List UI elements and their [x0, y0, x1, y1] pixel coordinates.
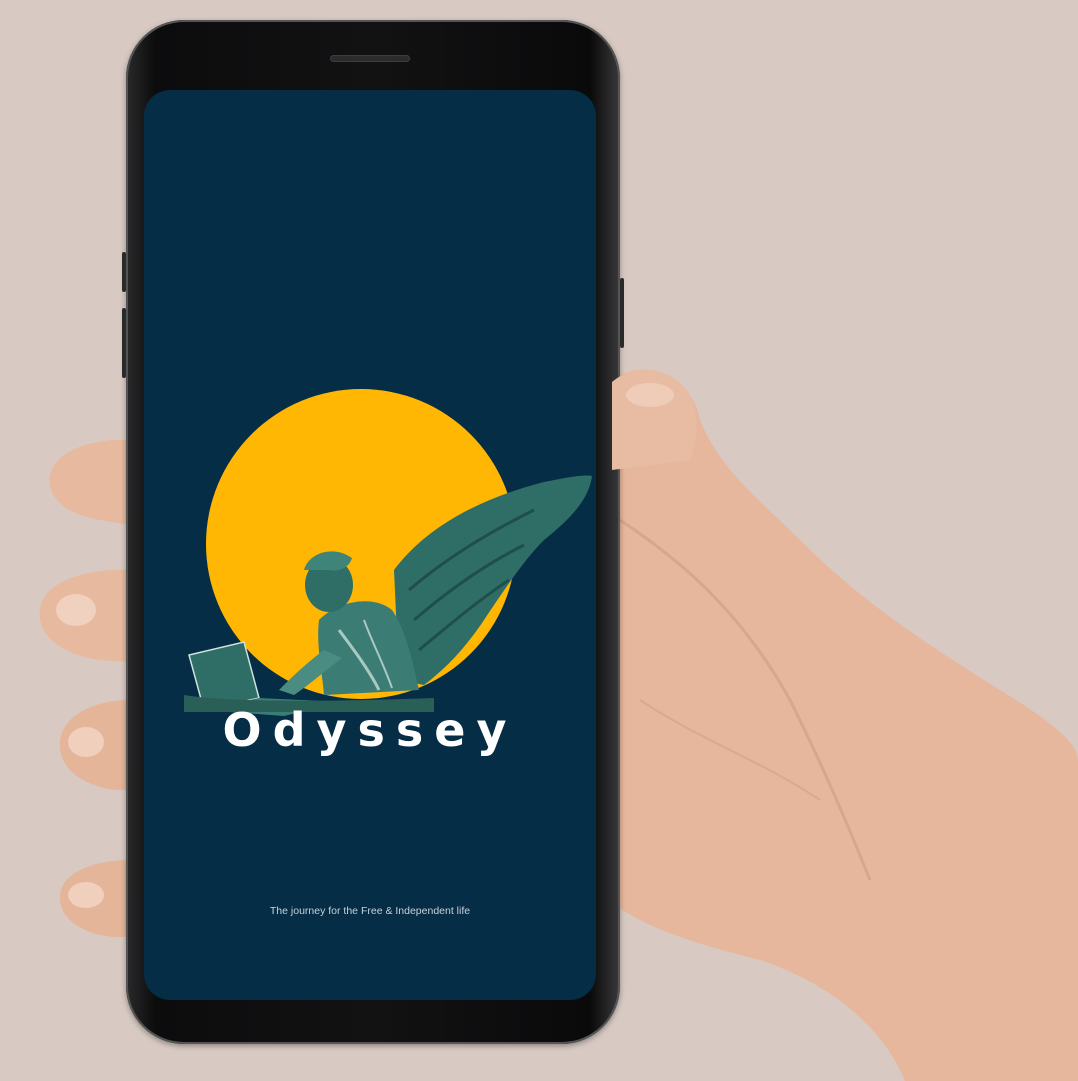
app-tagline: The journey for the Free & Independent l…	[269, 905, 471, 917]
app-title: Odyssey	[222, 703, 518, 757]
power-button	[620, 278, 624, 348]
volume-down-button	[122, 308, 126, 378]
product-mockup-scene: Odyssey The journey for the Free & Indep…	[0, 0, 1078, 1081]
volume-up-button	[122, 252, 126, 292]
splash-screen[interactable]: Odyssey The journey for the Free & Indep…	[144, 90, 596, 1000]
earpiece-speaker	[330, 55, 410, 62]
phone-device: Odyssey The journey for the Free & Indep…	[122, 20, 624, 1044]
thumb-overlay	[612, 369, 697, 470]
angel-with-laptop-icon	[184, 389, 592, 716]
